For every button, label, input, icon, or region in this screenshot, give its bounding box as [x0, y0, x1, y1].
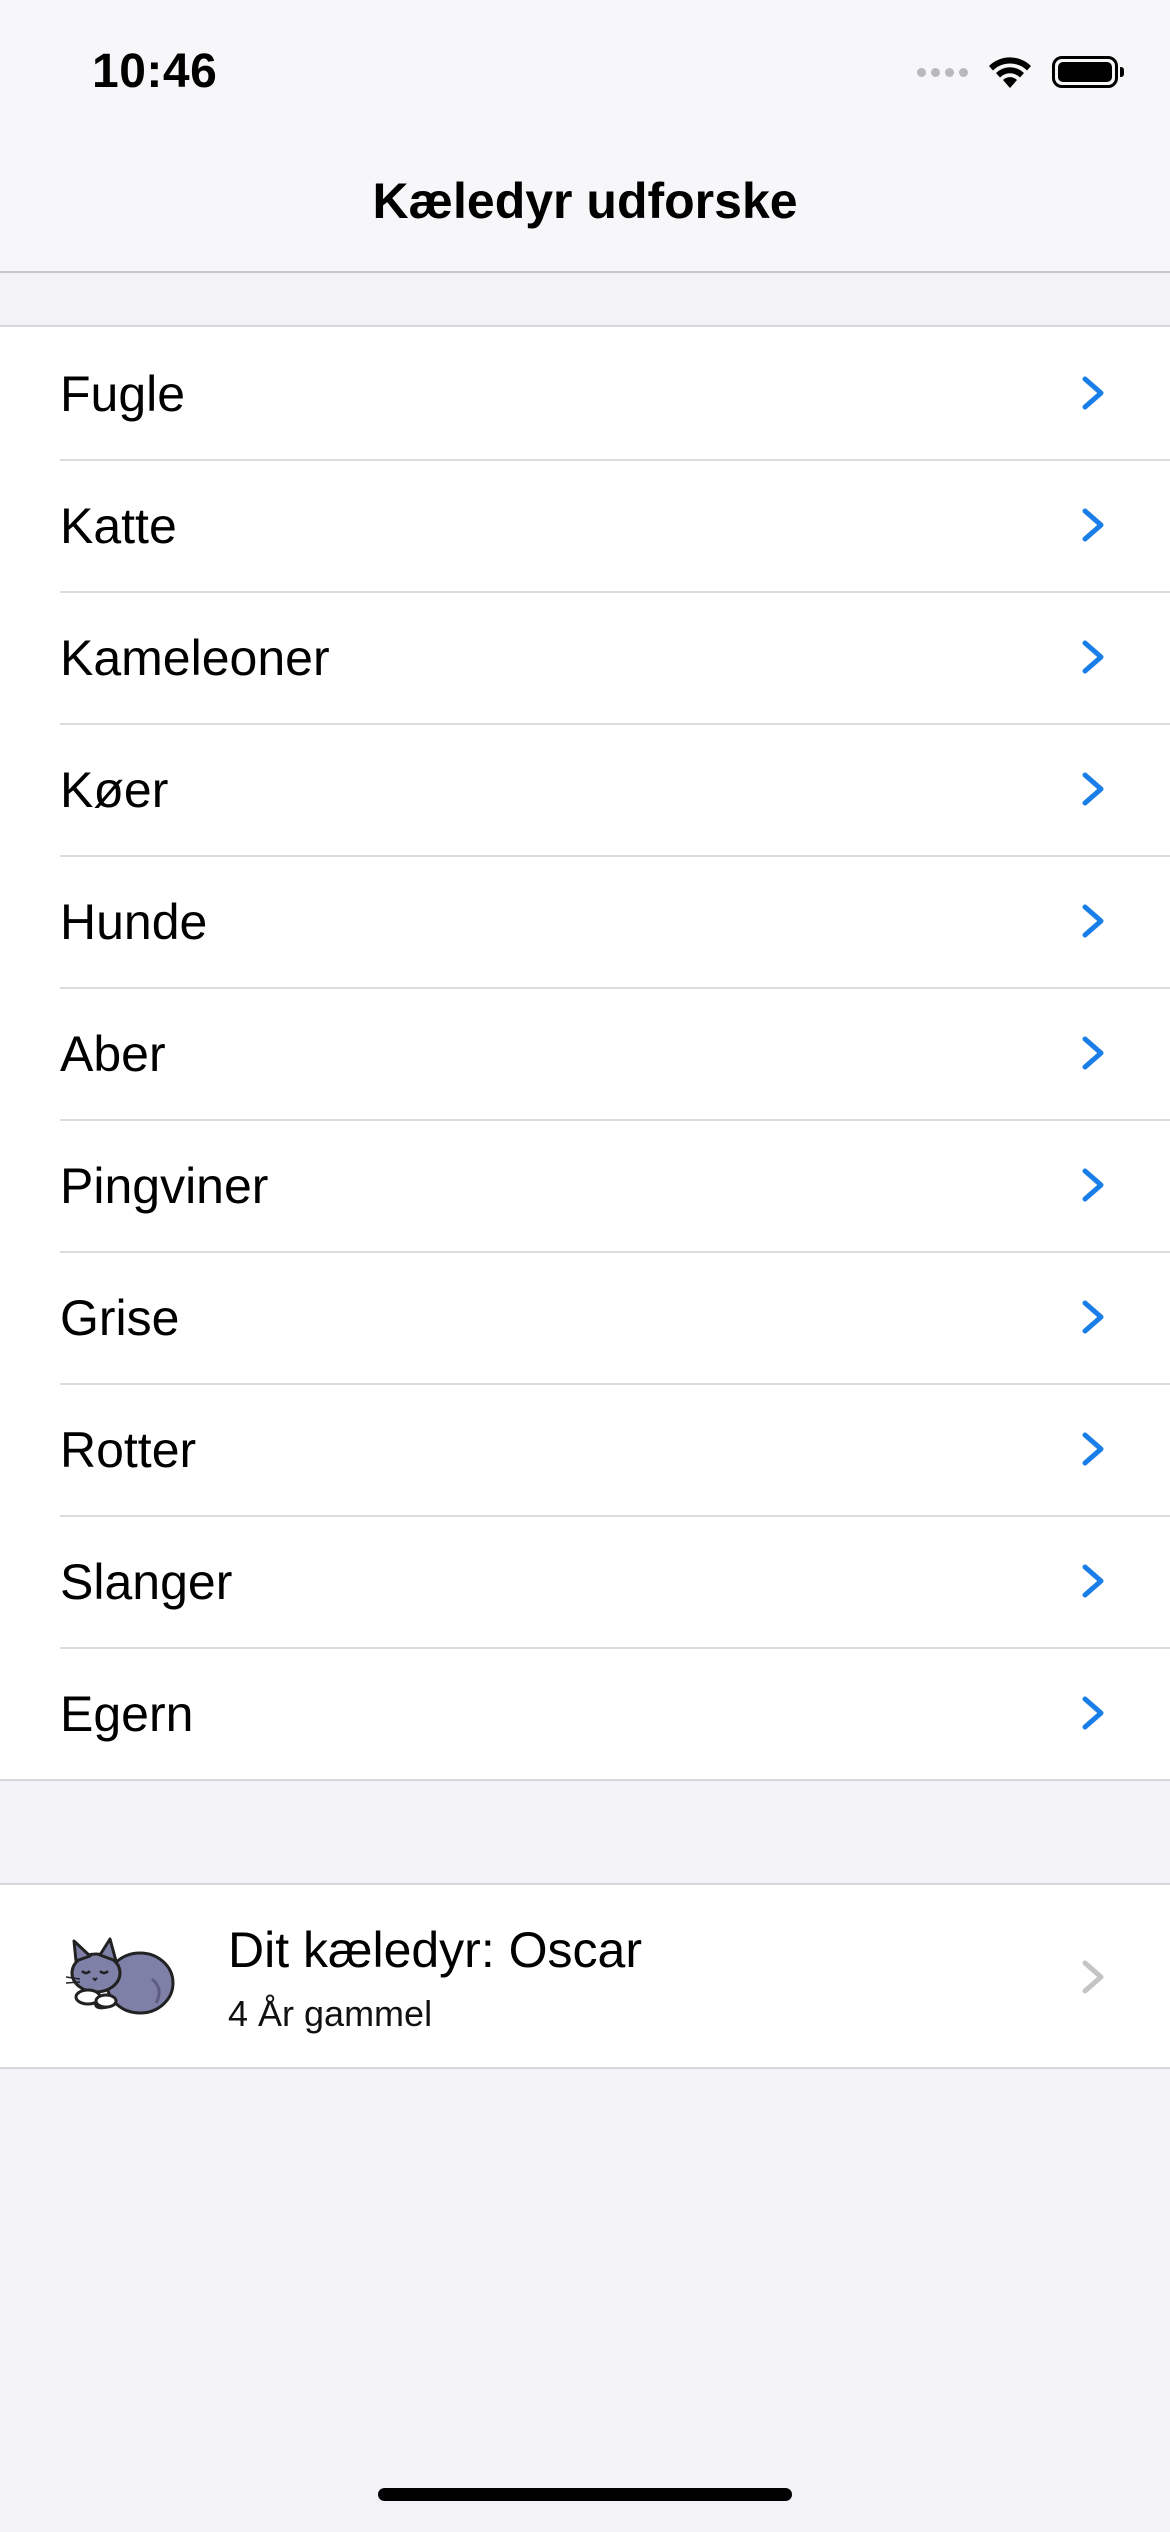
chevron-right-icon: [1078, 639, 1108, 675]
list-item-koer[interactable]: Køer: [0, 723, 1170, 855]
navigation-bar: Kæledyr udforske: [0, 140, 1170, 273]
list-item-aber[interactable]: Aber: [0, 987, 1170, 1119]
chevron-right-icon: [1078, 1035, 1108, 1071]
category-list: Fugle Katte Kameleoner Køer Hunde Aber P…: [0, 325, 1170, 1781]
list-item-label: Slanger: [60, 1554, 233, 1610]
list-item-label: Køer: [60, 762, 169, 818]
list-item-label: Rotter: [60, 1422, 197, 1478]
chevron-right-icon: [1078, 1563, 1108, 1599]
list-item-label: Hunde: [60, 894, 208, 950]
list-item-slanger[interactable]: Slanger: [0, 1515, 1170, 1647]
list-item-rotter[interactable]: Rotter: [0, 1383, 1170, 1515]
list-item-label: Grise: [60, 1290, 180, 1346]
page-title: Kæledyr udforske: [372, 173, 798, 229]
cellular-signal-icon: [917, 67, 968, 77]
chevron-right-icon: [1078, 375, 1108, 411]
list-item-hunde[interactable]: Hunde: [0, 855, 1170, 987]
list-item-label: Kameleoner: [60, 630, 330, 686]
battery-icon: [1052, 56, 1124, 88]
status-bar: 10:46: [0, 0, 1170, 140]
status-icons: [917, 52, 1124, 92]
list-item-fugle[interactable]: Fugle: [0, 327, 1170, 459]
list-item-pingviner[interactable]: Pingviner: [0, 1119, 1170, 1251]
list-item-label: Aber: [60, 1026, 166, 1082]
list-item-kameleoner[interactable]: Kameleoner: [0, 591, 1170, 723]
list-item-label: Fugle: [60, 366, 186, 422]
chevron-right-icon: [1078, 903, 1108, 939]
chevron-right-icon: [1078, 1695, 1108, 1731]
list-item-label: Egern: [60, 1686, 194, 1742]
pet-age: 4 År gammel: [228, 1993, 433, 2034]
home-indicator[interactable]: [378, 2488, 792, 2501]
sleeping-cat-icon: [62, 1931, 176, 2021]
list-item-egern[interactable]: Egern: [0, 1647, 1170, 1779]
list-item-grise[interactable]: Grise: [0, 1251, 1170, 1383]
chevron-right-icon: [1078, 1299, 1108, 1335]
chevron-right-icon: [1078, 507, 1108, 543]
chevron-right-icon: [1078, 1431, 1108, 1467]
wifi-icon: [989, 57, 1031, 88]
list-item-label: Katte: [60, 498, 177, 554]
my-pet-row[interactable]: Dit kæledyr: Oscar 4 År gammel: [0, 1883, 1170, 2069]
chevron-right-icon: [1078, 1167, 1108, 1203]
chevron-right-icon: [1078, 771, 1108, 807]
pet-title: Dit kæledyr: Oscar: [228, 1922, 642, 1978]
list-item-label: Pingviner: [60, 1158, 269, 1214]
chevron-right-icon: [1078, 1959, 1108, 1995]
status-time: 10:46: [92, 45, 218, 98]
list-item-katte[interactable]: Katte: [0, 459, 1170, 591]
